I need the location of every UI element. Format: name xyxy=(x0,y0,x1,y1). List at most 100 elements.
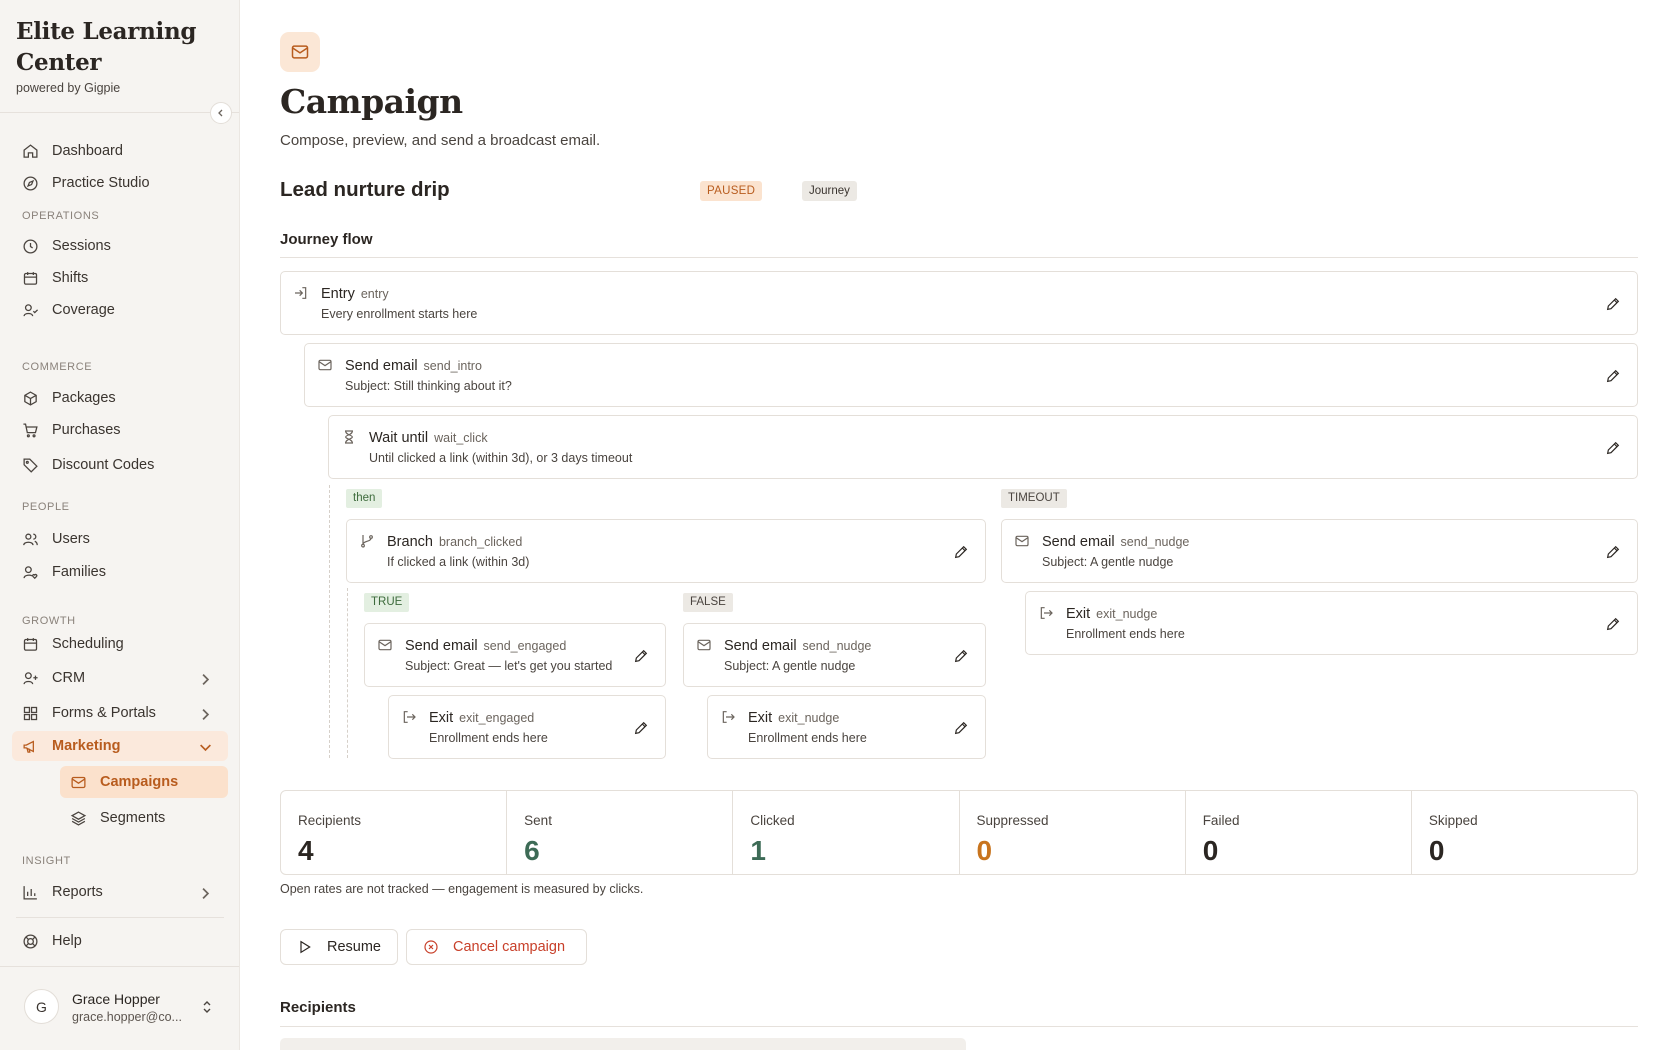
play-icon xyxy=(300,940,311,954)
status-badge: PAUSED xyxy=(700,181,763,201)
chevron-up-down-icon[interactable] xyxy=(200,999,214,1015)
sidebar-item-crm[interactable]: CRM xyxy=(12,663,228,693)
node-key: branch_clicked xyxy=(438,535,523,549)
node-type: Send email xyxy=(405,638,478,654)
sidebar-item-coverage[interactable]: Coverage xyxy=(12,295,228,325)
pencil-icon[interactable] xyxy=(1605,544,1621,560)
flow-connector xyxy=(347,588,348,758)
sidebar-item-campaigns[interactable]: Campaigns xyxy=(60,766,228,798)
clock-icon xyxy=(23,238,38,254)
pencil-icon[interactable] xyxy=(633,720,649,736)
node-description: Every enrollment starts here xyxy=(321,307,478,321)
mail-icon xyxy=(291,45,309,59)
node-title: Send email send_nudge xyxy=(1042,534,1189,550)
package-icon xyxy=(24,390,37,406)
stat-recipients: Recipients 4 xyxy=(281,791,508,874)
stat-sent: Sent 6 xyxy=(507,791,734,874)
node-key: exit_engaged xyxy=(459,711,535,725)
node-type: Send email xyxy=(345,358,418,374)
sidebar-item-scheduling[interactable]: Scheduling xyxy=(12,629,228,659)
user-name: Grace Hopper xyxy=(72,991,160,1007)
nav-section-people: PEOPLE xyxy=(22,501,70,513)
sidebar-item-shifts[interactable]: Shifts xyxy=(12,263,228,293)
sidebar-item-discount-codes[interactable]: Discount Codes xyxy=(12,450,228,480)
flow-node-send-engaged[interactable]: Send email send_engaged Subject: Great — … xyxy=(364,623,666,687)
mail-icon xyxy=(71,776,86,788)
user-menu[interactable]: G Grace Hopper grace.hopper@co... xyxy=(0,966,239,1050)
hourglass-icon xyxy=(345,430,353,444)
pencil-icon[interactable] xyxy=(953,720,969,736)
pencil-icon[interactable] xyxy=(1605,616,1621,632)
flow-node-branch-clicked[interactable]: Branch branch_clicked If clicked a link (… xyxy=(346,519,986,583)
sidebar-item-label: Packages xyxy=(52,390,116,406)
stat-skipped: Skipped 0 xyxy=(1412,791,1637,874)
pencil-icon[interactable] xyxy=(1605,440,1621,456)
pencil-icon[interactable] xyxy=(633,648,649,664)
page-subtitle: Compose, preview, and send a broadcast e… xyxy=(280,132,601,149)
cancel-campaign-button[interactable]: Cancel campaign xyxy=(406,929,587,965)
mail-icon xyxy=(378,639,392,651)
sidebar-item-sessions[interactable]: Sessions xyxy=(12,231,228,261)
stat-label: Suppressed xyxy=(976,813,1049,828)
sidebar-item-reports[interactable]: Reports xyxy=(12,877,228,907)
flow-node-send-intro[interactable]: Send email send_intro Subject: Still thin… xyxy=(304,343,1638,407)
chevron-right-icon xyxy=(202,674,210,685)
user-email: grace.hopper@co... xyxy=(72,1010,182,1024)
flow-node-wait-click[interactable]: Wait until wait_click Until clicked a lin… xyxy=(328,415,1638,479)
node-description: Enrollment ends here xyxy=(748,731,867,745)
user-heart-icon xyxy=(23,565,38,579)
home-icon xyxy=(23,143,38,158)
sidebar-item-help[interactable]: Help xyxy=(12,926,228,956)
flow-node-exit-nudge-false[interactable]: Exit exit_nudge Enrollment ends here xyxy=(707,695,986,759)
sidebar-item-marketing[interactable]: Marketing xyxy=(12,731,228,761)
pencil-icon[interactable] xyxy=(1605,296,1621,312)
pencil-icon[interactable] xyxy=(1605,368,1621,384)
chevron-right-icon xyxy=(202,888,210,899)
collapse-sidebar-button[interactable] xyxy=(210,102,232,124)
main-content: Campaign Compose, preview, and send a br… xyxy=(240,0,1680,1050)
stats-panel: Recipients 4 Sent 6 Clicked 1 Suppressed… xyxy=(280,790,1638,875)
sidebar: Elite Learning Center powered by Gigpie … xyxy=(0,0,240,1050)
sidebar-item-label: Discount Codes xyxy=(52,457,155,473)
node-key: exit_nudge xyxy=(1096,607,1158,621)
resume-button-label: Resume xyxy=(327,939,381,955)
stat-value: 0 xyxy=(1202,835,1219,866)
calendar-icon xyxy=(23,637,38,651)
sidebar-item-dashboard[interactable]: Dashboard xyxy=(12,136,228,166)
nav-section-commerce: COMMERCE xyxy=(22,361,93,373)
node-key: wait_click xyxy=(434,431,488,445)
flow-node-send-nudge-false[interactable]: Send email send_nudge Subject: A gentle n… xyxy=(683,623,986,687)
git-branch-icon xyxy=(361,535,373,548)
sidebar-item-users[interactable]: Users xyxy=(12,524,228,554)
flow-node-exit-nudge-timeout[interactable]: Exit exit_nudge Enrollment ends here xyxy=(1025,591,1638,655)
logout-icon xyxy=(403,711,416,723)
flow-node-entry[interactable]: Entry entry Every enrollment starts here xyxy=(280,271,1638,335)
journey-flow-heading: Journey flow xyxy=(280,231,373,248)
stat-failed: Failed 0 xyxy=(1186,791,1412,874)
recipients-heading: Recipients xyxy=(280,999,356,1016)
nav-section-insight: INSIGHT xyxy=(22,855,71,867)
divider xyxy=(280,257,1638,258)
stat-label: Recipients xyxy=(298,813,362,828)
resume-button[interactable]: Resume xyxy=(280,929,398,965)
sidebar-item-families[interactable]: Families xyxy=(12,557,228,587)
flow-node-send-nudge-timeout[interactable]: Send email send_nudge Subject: A gentle n… xyxy=(1001,519,1638,583)
sidebar-item-practice-studio[interactable]: Practice Studio xyxy=(12,168,228,198)
flow-node-exit-engaged[interactable]: Exit exit_engaged Enrollment ends here xyxy=(388,695,666,759)
sidebar-item-segments[interactable]: Segments xyxy=(60,802,228,834)
node-title: Wait until wait_click xyxy=(369,430,488,446)
sidebar-item-packages[interactable]: Packages xyxy=(12,383,228,413)
node-key: send_engaged xyxy=(483,639,567,653)
sidebar-item-forms-portals[interactable]: Forms & Portals xyxy=(12,698,228,728)
node-type: Send email xyxy=(1042,534,1115,550)
user-check-icon xyxy=(23,303,39,316)
sidebar-item-label: Reports xyxy=(52,884,103,900)
pencil-icon[interactable] xyxy=(953,544,969,560)
users-icon xyxy=(23,533,38,545)
node-title: Send email send_nudge xyxy=(724,638,871,654)
node-type: Exit xyxy=(1066,606,1091,622)
sidebar-item-label: Families xyxy=(52,564,106,580)
pencil-icon[interactable] xyxy=(953,648,969,664)
sidebar-item-purchases[interactable]: Purchases xyxy=(12,415,228,445)
node-description: Subject: A gentle nudge xyxy=(1042,555,1174,569)
